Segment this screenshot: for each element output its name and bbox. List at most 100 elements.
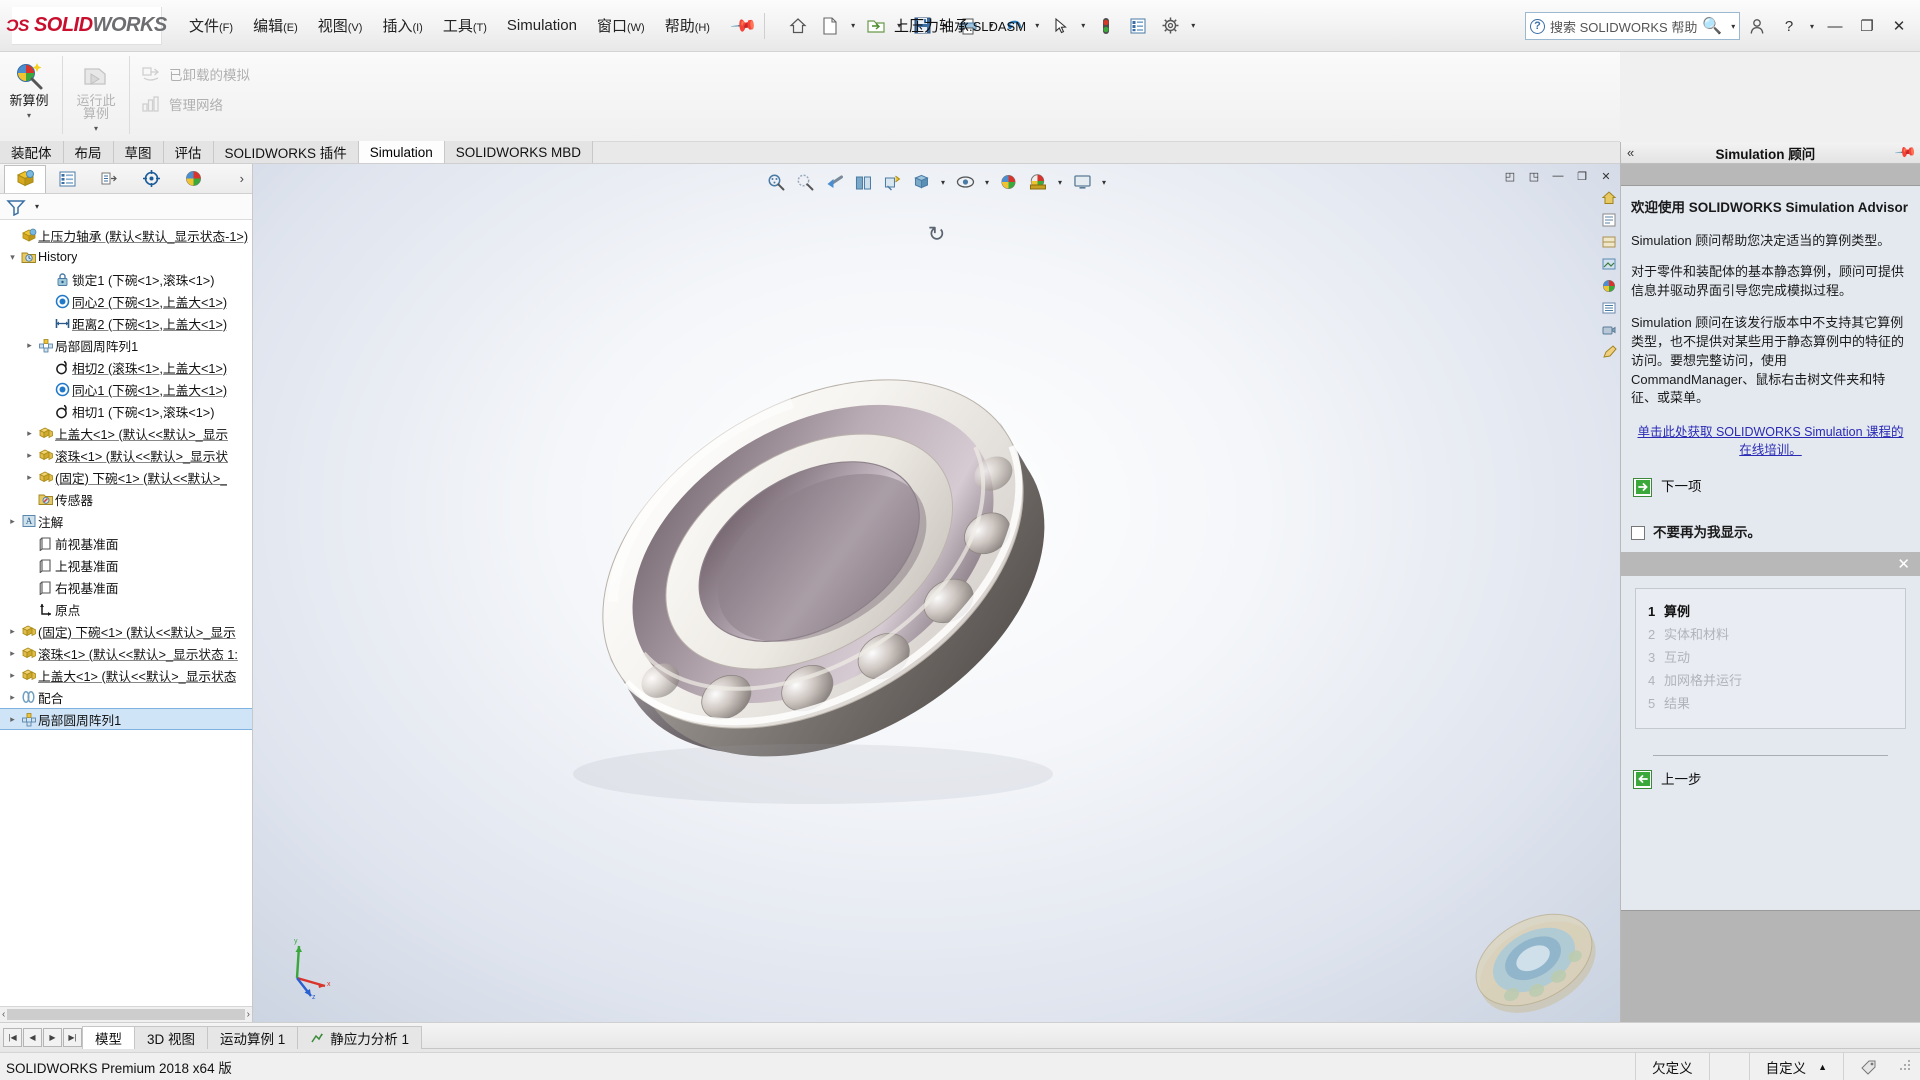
menu-window[interactable]: 窗口(W) — [588, 9, 654, 42]
view-home-icon[interactable] — [1599, 188, 1619, 208]
advisor-step-1[interactable]: 1 算例 — [1648, 603, 1893, 622]
tab-nav-first[interactable]: |◀ — [3, 1028, 22, 1047]
options-caret[interactable]: ▾ — [1187, 21, 1199, 30]
view-camera-icon[interactable] — [1599, 320, 1619, 340]
tab-sketch[interactable]: 草图 — [113, 141, 164, 163]
advisor-pin-icon[interactable]: 📌 — [1893, 140, 1918, 164]
tree-node[interactable]: ▸ 局部圆周阵列1 — [0, 334, 252, 356]
tree-node[interactable]: 右视基准面 — [0, 576, 252, 598]
tree-node[interactable]: ▾ History — [0, 246, 252, 268]
tree-node[interactable]: ▸ A 注解 — [0, 510, 252, 532]
advisor-step-4[interactable]: 4 加网格并运行 — [1648, 672, 1893, 691]
select-cursor-icon[interactable] — [1045, 11, 1075, 41]
filter-caret[interactable]: ▾ — [31, 202, 43, 211]
window-restore-button[interactable]: ❐ — [1852, 11, 1882, 41]
offloaded-simulation-button[interactable]: 已卸载的模拟 — [134, 62, 256, 86]
doc-tab-model[interactable]: 模型 — [82, 1026, 135, 1049]
tree-node[interactable]: 上压力轴承 (默认<默认_显示状态-1>) — [0, 224, 252, 246]
property-manager-tab[interactable] — [46, 165, 88, 193]
feature-tree-filter[interactable]: ▾ — [0, 194, 252, 220]
advisor-step-2[interactable]: 2 实体和材料 — [1648, 626, 1893, 645]
tree-expand-toggle[interactable]: ▸ — [23, 472, 36, 483]
tab-solidworks-mbd[interactable]: SOLIDWORKS MBD — [444, 141, 594, 163]
search-caret[interactable]: ▾ — [1727, 22, 1739, 31]
tree-node[interactable]: 相切2 (滚珠<1>,上盖大<1>) — [0, 356, 252, 378]
new-study-button[interactable]: 新算例 ▾ — [0, 56, 58, 120]
tree-expand-toggle[interactable]: ▸ — [6, 648, 19, 659]
scroll-left-arrow[interactable]: ‹ — [2, 1009, 5, 1020]
window-close-button[interactable]: ✕ — [1884, 11, 1914, 41]
feature-tree[interactable]: 上压力轴承 (默认<默认_显示状态-1>) ▾ History 锁定1 (下碗<1>,… — [0, 220, 252, 1006]
menu-file[interactable]: 文件(F) — [180, 9, 242, 42]
tree-expand-toggle[interactable]: ▾ — [6, 252, 19, 263]
advisor-prev-button[interactable]: 上一步 — [1633, 769, 1908, 790]
tree-node[interactable]: 距离2 (下碗<1>,上盖大<1>) — [0, 312, 252, 334]
advisor-next-button[interactable]: 下一项 — [1633, 477, 1908, 497]
run-study-dropdown-caret[interactable]: ▾ — [94, 124, 98, 133]
tab-evaluate[interactable]: 评估 — [163, 141, 214, 163]
run-this-study-button[interactable]: 运行此 算例 ▾ — [67, 56, 125, 133]
tree-expand-toggle[interactable]: ▸ — [23, 428, 36, 439]
manage-network-button[interactable]: 管理网络 — [134, 92, 256, 116]
tree-node[interactable]: 同心2 (下碗<1>,上盖大<1>) — [0, 290, 252, 312]
tree-expand-toggle[interactable]: ▸ — [23, 340, 36, 351]
tree-node[interactable]: ▸ (固定) 下碗<1> (默认<<默认>_ — [0, 466, 252, 488]
undo-icon[interactable] — [999, 11, 1029, 41]
view-display-icon[interactable] — [1599, 232, 1619, 252]
tab-simulation[interactable]: Simulation — [358, 141, 445, 163]
tree-node[interactable]: 传感器 — [0, 488, 252, 510]
dimxpert-manager-tab[interactable] — [130, 165, 172, 193]
status-overlay-icon[interactable] — [1843, 1052, 1894, 1080]
menu-insert[interactable]: 插入(I) — [373, 9, 431, 42]
tab-assembly[interactable]: 装配体 — [0, 141, 64, 163]
solidworks-logo[interactable]: ƆS SOLIDWORKS — [6, 6, 167, 45]
menu-tools[interactable]: 工具(T) — [434, 9, 496, 42]
doc-tab-static-analysis[interactable]: 静应力分析 1 — [297, 1026, 423, 1049]
configuration-manager-tab[interactable] — [88, 165, 130, 193]
view-section-icon[interactable] — [1599, 210, 1619, 230]
doc-tab-motion-study[interactable]: 运动算例 1 — [207, 1026, 299, 1049]
scroll-thumb[interactable] — [7, 1009, 245, 1020]
tree-expand-toggle[interactable]: ▸ — [6, 692, 19, 703]
user-account-icon[interactable] — [1742, 11, 1772, 41]
save-caret[interactable]: ▾ — [939, 21, 951, 30]
file-properties-icon[interactable] — [1123, 11, 1153, 41]
status-units-caret[interactable]: ▲ — [1818, 1062, 1827, 1072]
tree-expand-toggle[interactable]: ▸ — [6, 714, 19, 725]
advisor-step-5[interactable]: 5 结果 — [1648, 695, 1893, 714]
search-icon[interactable]: 🔍 — [1702, 16, 1722, 36]
feature-tree-hscrollbar[interactable]: ‹ › — [0, 1006, 252, 1022]
new-document-icon[interactable] — [815, 11, 845, 41]
advisor-dont-show-checkbox[interactable]: 不要再为我显示。 — [1631, 523, 1910, 543]
advisor-collapse-button[interactable]: « — [1627, 145, 1634, 160]
status-custom-units[interactable]: 自定义 ▲ — [1748, 1052, 1843, 1080]
tree-node[interactable]: 相切1 (下碗<1>,滚珠<1>) — [0, 400, 252, 422]
tree-node[interactable]: ▸ 上盖大<1> (默认<<默认>_显示状态 — [0, 664, 252, 686]
tree-node[interactable]: 锁定1 (下碗<1>,滚珠<1>) — [0, 268, 252, 290]
save-icon[interactable] — [907, 11, 937, 41]
new-document-caret[interactable]: ▾ — [847, 21, 859, 30]
print-caret[interactable]: ▾ — [985, 21, 997, 30]
tab-nav-prev[interactable]: ◀ — [23, 1028, 42, 1047]
tree-node[interactable]: 原点 — [0, 598, 252, 620]
feature-manager-expand-button[interactable]: › — [240, 171, 244, 186]
home-icon[interactable] — [783, 11, 813, 41]
tree-node[interactable]: ▸ 滚珠<1> (默认<<默认>_显示状 — [0, 444, 252, 466]
undo-caret[interactable]: ▾ — [1031, 21, 1043, 30]
pin-menu-icon[interactable]: 📌 — [729, 11, 758, 40]
tree-expand-toggle[interactable]: ▸ — [6, 626, 19, 637]
menu-view[interactable]: 视图(V) — [309, 9, 372, 42]
view-list-icon[interactable] — [1599, 298, 1619, 318]
options-gear-icon[interactable] — [1155, 11, 1185, 41]
menu-edit[interactable]: 编辑(E) — [244, 9, 307, 42]
advisor-online-training-link[interactable]: 单击此处获取 SOLIDWORKS Simulation 课程的在线培训。 — [1635, 424, 1906, 459]
tree-expand-toggle[interactable]: ▸ — [6, 516, 19, 527]
window-minimize-button[interactable]: — — [1820, 11, 1850, 41]
advisor-step-3[interactable]: 3 互动 — [1648, 649, 1893, 668]
open-folder-caret[interactable]: ▾ — [893, 21, 905, 30]
menu-help[interactable]: 帮助(H) — [656, 9, 719, 42]
tree-node[interactable]: ▸ 配合 — [0, 686, 252, 708]
graphics-viewport[interactable]: ▾ ▾ ▾ ▾ ◰ ◳ — ❐ ✕ ↻ x y z — [253, 164, 1620, 1022]
tree-node[interactable]: ▸ 滚珠<1> (默认<<默认>_显示状态 1: — [0, 642, 252, 664]
tree-node[interactable]: ▸ 上盖大<1> (默认<<默认>_显示 — [0, 422, 252, 444]
